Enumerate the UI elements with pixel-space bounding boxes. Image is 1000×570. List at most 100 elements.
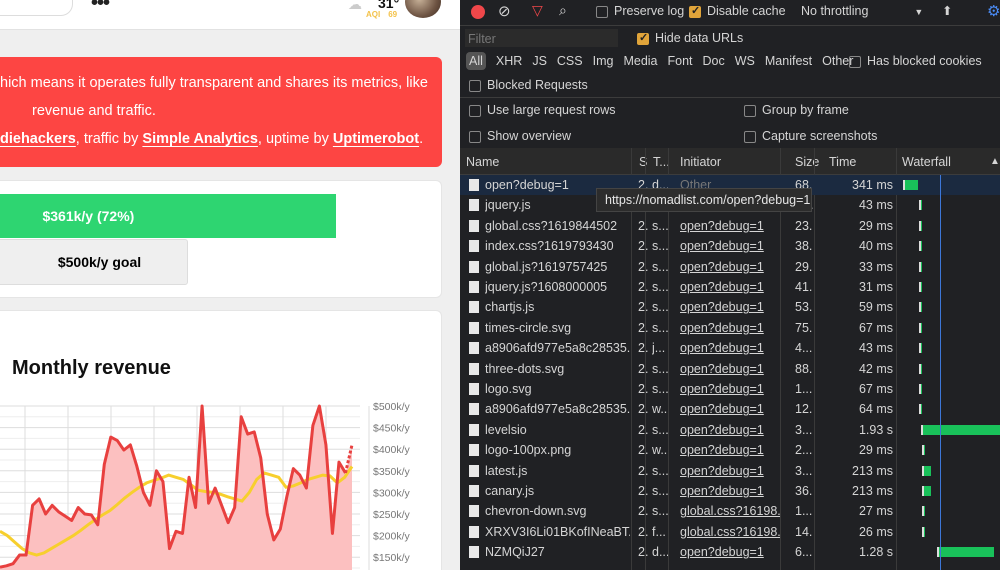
large-rows-checkbox[interactable]: Use large request rows <box>469 103 616 117</box>
request-status: 2. <box>638 545 649 560</box>
request-initiator[interactable]: global.css?16198... <box>680 504 780 518</box>
request-row[interactable]: XRXV3I6Li01BKofINeaBT... 2. f... global.… <box>460 522 1000 542</box>
request-type: s... <box>652 361 668 376</box>
request-name[interactable]: global.css?1619844502 <box>485 219 630 233</box>
show-overview-checkbox[interactable]: Show overview <box>469 129 571 143</box>
request-initiator[interactable]: open?debug=1 <box>680 300 780 314</box>
request-name[interactable]: a8906afd977e5a8c28535... <box>485 341 630 355</box>
disable-cache-checkbox[interactable]: Disable cache <box>689 4 786 18</box>
waterfall-bar <box>918 302 922 313</box>
request-name[interactable]: logo-100px.png <box>485 443 630 457</box>
sort-ascending-icon[interactable]: ▲ <box>990 156 1000 167</box>
col-size[interactable]: Size <box>795 155 819 169</box>
hide-data-urls-checkbox[interactable]: Hide data URLs <box>637 31 743 45</box>
col-name[interactable]: Name <box>466 155 499 169</box>
request-row[interactable]: a8906afd977e5a8c28535... 2. j... open?de… <box>460 338 1000 358</box>
request-name[interactable]: canary.js <box>485 484 630 498</box>
request-size: 2.... <box>795 443 813 458</box>
request-row[interactable]: NZMQiJ27 2. d... open?debug=1 6.... 1.28… <box>460 542 1000 562</box>
type-filter-media[interactable]: Media <box>623 54 657 68</box>
request-initiator[interactable]: open?debug=1 <box>680 219 780 233</box>
group-by-frame-checkbox[interactable]: Group by frame <box>744 103 849 117</box>
settings-gear-icon[interactable]: ⚙ <box>987 2 1000 20</box>
request-initiator[interactable]: open?debug=1 <box>680 239 780 253</box>
request-time: 26 ms <box>858 524 893 539</box>
request-initiator[interactable]: open?debug=1 <box>680 280 780 294</box>
request-initiator[interactable]: open?debug=1 <box>680 402 780 416</box>
request-row[interactable]: logo-100px.png 2. w... open?debug=1 2...… <box>460 440 1000 460</box>
type-filter-css[interactable]: CSS <box>557 54 583 68</box>
col-initiator[interactable]: Initiator <box>680 155 721 169</box>
request-row[interactable]: times-circle.svg 2. s... open?debug=1 75… <box>460 318 1000 338</box>
request-initiator[interactable]: global.css?16198... <box>680 525 780 539</box>
type-filter-all[interactable]: All <box>466 52 486 70</box>
col-status[interactable]: S <box>639 155 647 169</box>
waterfall-bar <box>918 261 922 272</box>
type-filter-font[interactable]: Font <box>668 54 693 68</box>
request-name[interactable]: jquery.js?1608000005 <box>485 280 630 294</box>
request-row[interactable]: a8906afd977e5a8c28535... 2. w... open?de… <box>460 399 1000 419</box>
request-name[interactable]: latest.js <box>485 464 630 478</box>
col-time[interactable]: Time <box>829 155 856 169</box>
request-row[interactable]: latest.js 2. s... open?debug=1 3.... 213… <box>460 461 1000 481</box>
type-filter-doc[interactable]: Doc <box>703 54 725 68</box>
y-tick-label: $200k/y <box>373 531 411 543</box>
request-row[interactable]: index.css?1619793430 2. s... open?debug=… <box>460 236 1000 256</box>
search-icon[interactable]: ⌕ <box>559 2 567 19</box>
waterfall-bar <box>918 363 922 374</box>
request-name[interactable]: a8906afd977e5a8c28535... <box>485 402 630 416</box>
request-name[interactable]: XRXV3I6Li01BKofINeaBT... <box>485 525 630 539</box>
request-name[interactable]: logo.svg <box>485 382 630 396</box>
request-initiator[interactable]: open?debug=1 <box>680 545 780 559</box>
request-initiator[interactable]: open?debug=1 <box>680 423 780 437</box>
blocked-requests-checkbox[interactable]: Blocked Requests <box>469 78 588 92</box>
request-name[interactable]: NZMQiJ27 <box>485 545 630 559</box>
throttling-select[interactable]: No throttling ▼ <box>801 4 923 18</box>
request-row[interactable]: three-dots.svg 2. s... open?debug=1 88..… <box>460 359 1000 379</box>
preserve-log-checkbox[interactable]: Preserve log <box>596 4 684 18</box>
request-initiator[interactable]: open?debug=1 <box>680 464 780 478</box>
import-har-icon[interactable]: ⬆ <box>942 3 952 18</box>
request-row[interactable]: levelsio 2. s... open?debug=1 3.... 1.93… <box>460 420 1000 440</box>
request-row[interactable]: chevron-down.svg 2. s... global.css?1619… <box>460 501 1000 521</box>
request-name[interactable]: three-dots.svg <box>485 362 630 376</box>
request-row[interactable]: canary.js 2. s... open?debug=1 36... 213… <box>460 481 1000 501</box>
filter-input[interactable]: Filter <box>465 29 618 47</box>
request-row[interactable]: logo.svg 2. s... open?debug=1 1.... 67 m… <box>460 379 1000 399</box>
waterfall-bar <box>921 424 1000 435</box>
request-size: 12... <box>795 402 813 417</box>
request-initiator[interactable]: open?debug=1 <box>680 321 780 335</box>
request-time: 213 ms <box>852 484 893 498</box>
request-initiator[interactable]: open?debug=1 <box>680 443 780 457</box>
request-initiator[interactable]: open?debug=1 <box>680 382 780 396</box>
request-name[interactable]: levelsio <box>485 423 630 437</box>
request-time: 1.93 s <box>858 422 893 437</box>
col-waterfall[interactable]: Waterfall <box>902 155 951 169</box>
record-icon[interactable] <box>471 5 485 19</box>
request-time: 59 ms <box>858 300 893 315</box>
request-name[interactable]: times-circle.svg <box>485 321 630 335</box>
request-row[interactable]: global.js?1619757425 2. s... open?debug=… <box>460 257 1000 277</box>
request-row[interactable]: chartjs.js 2. s... open?debug=1 53... 59… <box>460 297 1000 317</box>
has-blocked-cookies-checkbox[interactable]: Has blocked cookies <box>849 54 982 68</box>
capture-screenshots-checkbox[interactable]: Capture screenshots <box>744 129 877 143</box>
request-row[interactable]: global.css?1619844502 2. s... open?debug… <box>460 216 1000 236</box>
clear-icon[interactable]: ⊘ <box>498 2 511 20</box>
request-initiator[interactable]: open?debug=1 <box>680 484 780 498</box>
request-initiator[interactable]: open?debug=1 <box>680 260 780 274</box>
filter-icon[interactable]: ▽ <box>532 2 543 19</box>
type-filter-ws[interactable]: WS <box>735 54 755 68</box>
request-name[interactable]: chartjs.js <box>485 300 630 314</box>
request-status: 2. <box>638 524 649 539</box>
type-filter-img[interactable]: Img <box>593 54 614 68</box>
request-name[interactable]: global.js?1619757425 <box>485 260 630 274</box>
request-name[interactable]: chevron-down.svg <box>485 504 630 518</box>
request-row[interactable]: jquery.js?1608000005 2. s... open?debug=… <box>460 277 1000 297</box>
request-name[interactable]: index.css?1619793430 <box>485 239 630 253</box>
type-filter-js[interactable]: JS <box>532 54 547 68</box>
waterfall-bar <box>918 322 922 333</box>
type-filter-manifest[interactable]: Manifest <box>765 54 812 68</box>
request-initiator[interactable]: open?debug=1 <box>680 341 780 355</box>
request-initiator[interactable]: open?debug=1 <box>680 362 780 376</box>
type-filter-xhr[interactable]: XHR <box>496 54 522 68</box>
